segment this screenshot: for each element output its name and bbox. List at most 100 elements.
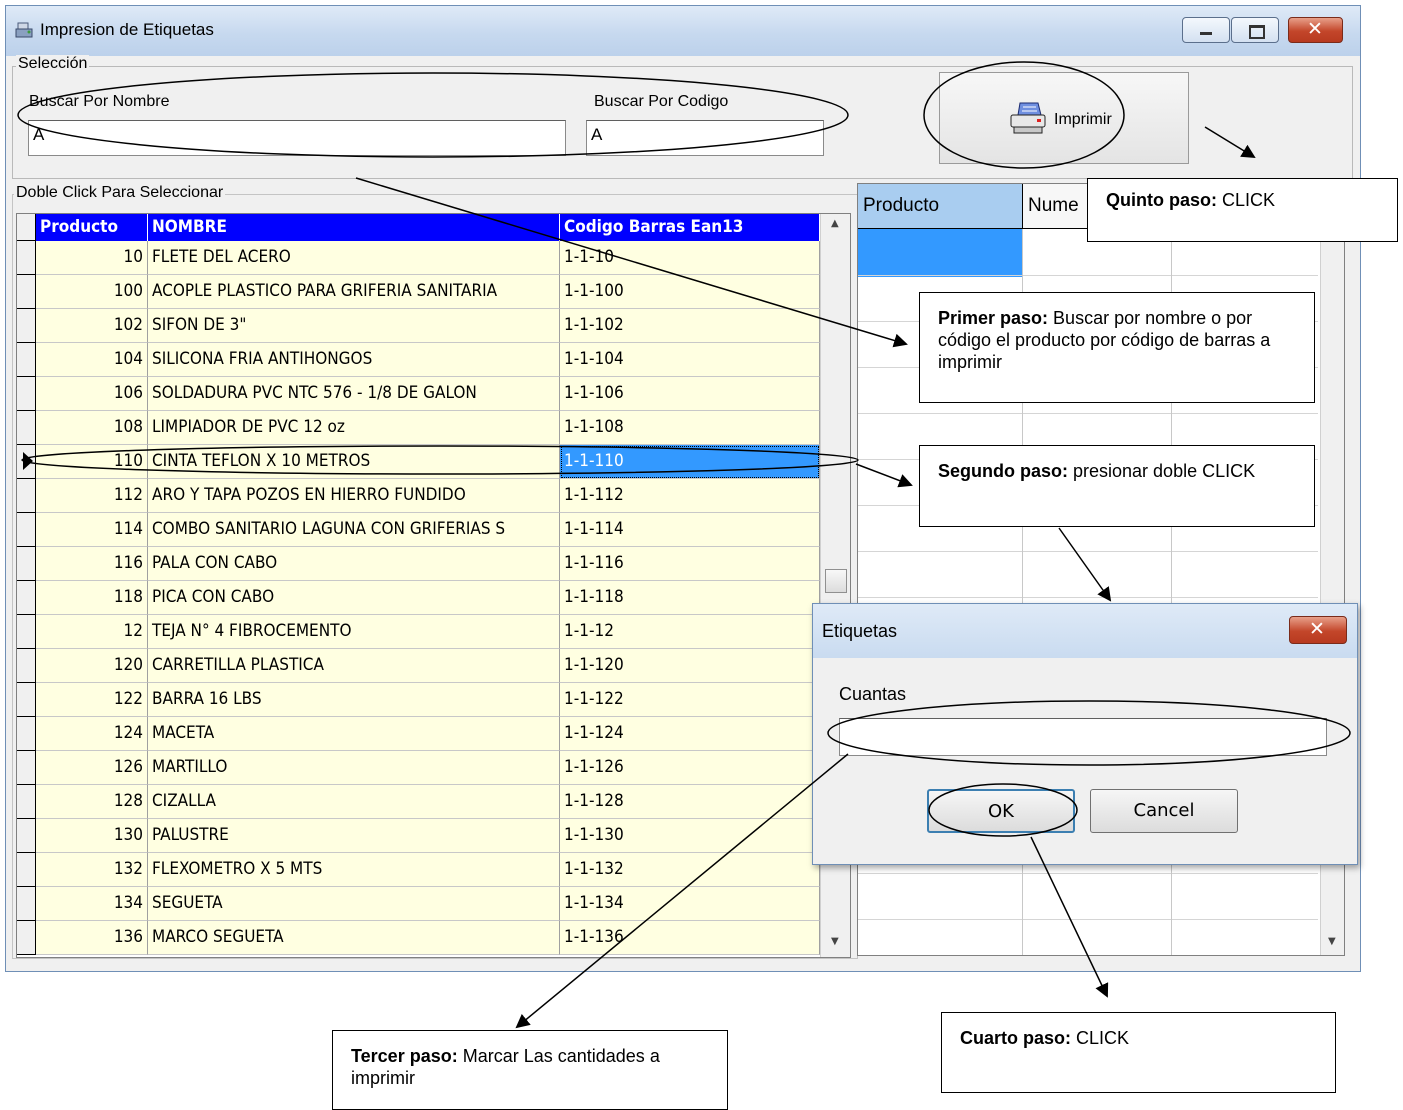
cell-producto[interactable]: 124	[36, 717, 148, 751]
row-selector[interactable]	[17, 853, 36, 887]
cell-producto[interactable]: 120	[36, 649, 148, 683]
row-selector[interactable]	[17, 921, 36, 955]
row-selector[interactable]	[17, 581, 36, 615]
cell-nombre[interactable]: ACOPLE PLASTICO PARA GRIFERIA SANITARIA	[148, 275, 560, 309]
cell-nombre[interactable]: MARTILLO	[148, 751, 560, 785]
cell-producto[interactable]: 112	[36, 479, 148, 513]
cell-codigo[interactable]: 1-1-108	[560, 411, 820, 445]
row-selector[interactable]	[17, 547, 36, 581]
right-selected-cell[interactable]	[858, 229, 1023, 277]
scroll-thumb[interactable]	[825, 569, 847, 593]
cell-nombre[interactable]: BARRA 16 LBS	[148, 683, 560, 717]
cell-codigo[interactable]: 1-1-112	[560, 479, 820, 513]
cell-codigo[interactable]: 1-1-122	[560, 683, 820, 717]
cell-codigo[interactable]: 1-1-100	[560, 275, 820, 309]
cell-nombre[interactable]: COMBO SANITARIO LAGUNA CON GRIFERIAS S	[148, 513, 560, 547]
cell-codigo[interactable]: 1-1-114	[560, 513, 820, 547]
cell-nombre[interactable]: SOLDADURA PVC NTC 576 - 1/8 DE GALON	[148, 377, 560, 411]
cell-nombre[interactable]: ARO Y TAPA POZOS EN HIERRO FUNDIDO	[148, 479, 560, 513]
cell-codigo[interactable]: 1-1-130	[560, 819, 820, 853]
row-selector[interactable]	[17, 377, 36, 411]
right-header-producto[interactable]: Producto	[858, 184, 1023, 229]
cell-producto[interactable]: 108	[36, 411, 148, 445]
cell-codigo[interactable]: 1-1-118	[560, 581, 820, 615]
cell-producto[interactable]: 128	[36, 785, 148, 819]
cell-nombre[interactable]: PICA CON CABO	[148, 581, 560, 615]
header-producto[interactable]: Producto	[36, 214, 148, 241]
header-codigo[interactable]: Codigo Barras Ean13	[560, 214, 820, 241]
cell-producto[interactable]: 114	[36, 513, 148, 547]
row-selector[interactable]	[17, 649, 36, 683]
row-selector[interactable]	[17, 717, 36, 751]
cell-codigo[interactable]: 1-1-102	[560, 309, 820, 343]
products-grid[interactable]: Producto NOMBRE Codigo Barras Ean13 10 FL…	[16, 213, 851, 958]
cell-nombre[interactable]: CIZALLA	[148, 785, 560, 819]
cell-codigo[interactable]: 1-1-116	[560, 547, 820, 581]
row-selector[interactable]	[17, 751, 36, 785]
cell-producto[interactable]: 110	[36, 445, 148, 479]
row-selector[interactable]	[17, 615, 36, 649]
header-nombre[interactable]: NOMBRE	[148, 214, 560, 241]
row-selector[interactable]	[17, 887, 36, 921]
cell-codigo[interactable]: 1-1-132	[560, 853, 820, 887]
cell-codigo[interactable]: 1-1-128	[560, 785, 820, 819]
minimize-button[interactable]	[1182, 17, 1230, 43]
cell-nombre[interactable]: SEGUETA	[148, 887, 560, 921]
cell-producto[interactable]: 104	[36, 343, 148, 377]
cell-producto[interactable]: 12	[36, 615, 148, 649]
cell-producto[interactable]: 122	[36, 683, 148, 717]
cell-codigo[interactable]: 1-1-134	[560, 887, 820, 921]
cell-producto[interactable]: 126	[36, 751, 148, 785]
cell-nombre[interactable]: MACETA	[148, 717, 560, 751]
cell-codigo[interactable]: 1-1-106	[560, 377, 820, 411]
row-selector[interactable]	[17, 513, 36, 547]
cell-producto[interactable]: 136	[36, 921, 148, 955]
cell-nombre[interactable]: CINTA TEFLON X 10 METROS	[148, 445, 560, 479]
cell-producto[interactable]: 10	[36, 241, 148, 275]
cell-producto[interactable]: 134	[36, 887, 148, 921]
search-name-input[interactable]: A	[28, 120, 566, 156]
row-selector[interactable]	[17, 309, 36, 343]
maximize-button[interactable]	[1231, 17, 1279, 43]
cell-nombre[interactable]: SILICONA FRIA ANTIHONGOS	[148, 343, 560, 377]
close-button[interactable]: ✕	[1288, 17, 1343, 43]
row-selector[interactable]	[17, 411, 36, 445]
cell-codigo[interactable]: 1-1-126	[560, 751, 820, 785]
cell-producto[interactable]: 106	[36, 377, 148, 411]
dialog-title-bar[interactable]: Etiquetas ✕	[813, 604, 1357, 658]
cell-codigo[interactable]: 1-1-104	[560, 343, 820, 377]
row-selector[interactable]	[17, 683, 36, 717]
row-selector[interactable]	[17, 343, 36, 377]
cancel-button[interactable]: Cancel	[1090, 789, 1238, 833]
row-selector[interactable]	[17, 785, 36, 819]
cuantas-input[interactable]	[839, 718, 1327, 756]
cell-nombre[interactable]: LIMPIADOR DE PVC 12 oz	[148, 411, 560, 445]
cell-nombre[interactable]: FLEXOMETRO X 5 MTS	[148, 853, 560, 887]
print-button[interactable]: Imprimir	[939, 72, 1189, 164]
cell-nombre[interactable]: MARCO SEGUETA	[148, 921, 560, 955]
cell-producto[interactable]: 130	[36, 819, 148, 853]
dialog-close-button[interactable]: ✕	[1289, 616, 1347, 644]
row-selector[interactable]	[17, 819, 36, 853]
cell-nombre[interactable]: PALA CON CABO	[148, 547, 560, 581]
cell-producto[interactable]: 100	[36, 275, 148, 309]
ok-button[interactable]: OK	[927, 789, 1075, 833]
title-bar[interactable]: Impresion de Etiquetas ✕	[6, 6, 1360, 56]
row-selector[interactable]	[17, 445, 36, 479]
row-selector[interactable]	[17, 479, 36, 513]
cell-codigo[interactable]: 1-1-120	[560, 649, 820, 683]
row-selector[interactable]	[17, 241, 36, 275]
cell-nombre[interactable]: SIFON DE 3"	[148, 309, 560, 343]
cell-producto[interactable]: 118	[36, 581, 148, 615]
cell-producto[interactable]: 116	[36, 547, 148, 581]
cell-producto[interactable]: 132	[36, 853, 148, 887]
cell-codigo[interactable]: 1-1-110	[560, 445, 820, 479]
row-selector[interactable]	[17, 275, 36, 309]
search-code-input[interactable]: A	[586, 120, 824, 156]
cell-codigo[interactable]: 1-1-136	[560, 921, 820, 955]
cell-nombre[interactable]: FLETE DEL ACERO	[148, 241, 560, 275]
cell-codigo[interactable]: 1-1-124	[560, 717, 820, 751]
cell-codigo[interactable]: 1-1-12	[560, 615, 820, 649]
cell-nombre[interactable]: PALUSTRE	[148, 819, 560, 853]
cell-nombre[interactable]: TEJA N° 4 FIBROCEMENTO	[148, 615, 560, 649]
